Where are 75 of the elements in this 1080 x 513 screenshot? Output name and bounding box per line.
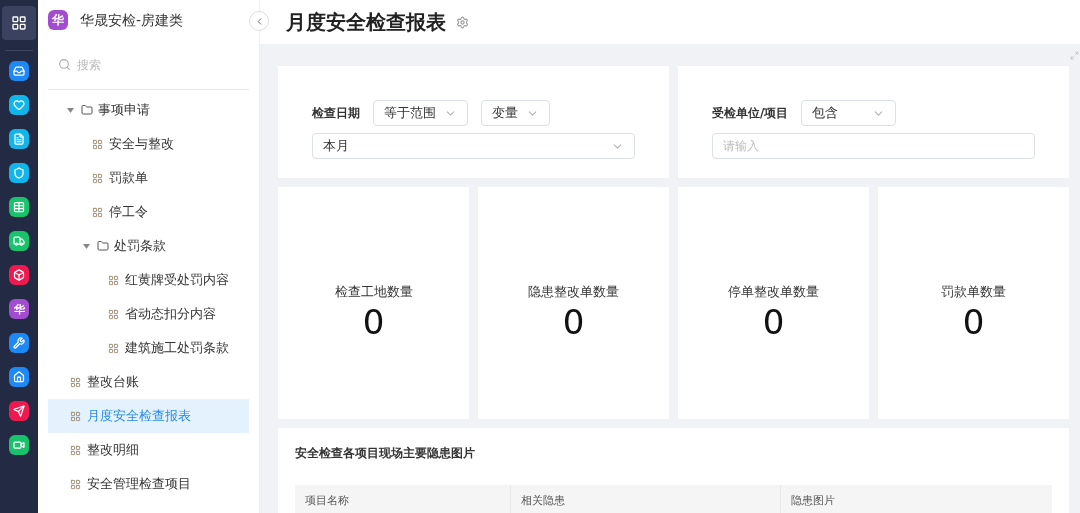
app-title: 华晟安检-房建类 — [80, 10, 184, 30]
caret-icon — [67, 107, 74, 113]
grid-icon — [70, 410, 81, 422]
app-icon-button[interactable] — [9, 163, 29, 183]
grid-icon — [11, 15, 27, 31]
apps-button[interactable] — [2, 6, 36, 40]
tree-item[interactable]: 整改台账 — [48, 365, 249, 399]
filter-label: 受检单位/项目 — [712, 105, 789, 122]
tree-item[interactable]: 罚款单 — [48, 161, 249, 195]
app-icon-button[interactable] — [9, 95, 29, 115]
app-icon-button[interactable] — [9, 129, 29, 149]
column-header: 隐患图片 — [780, 485, 1052, 513]
app-logo: 华 — [48, 10, 68, 30]
tree-folder[interactable]: 处罚条款 — [48, 229, 249, 263]
truck-icon — [13, 235, 25, 247]
app-icon-button[interactable] — [9, 231, 29, 251]
grid-icon — [108, 342, 119, 354]
tree-item[interactable]: 停工令 — [48, 195, 249, 229]
app-icon-button[interactable] — [9, 367, 29, 387]
app-icon-button[interactable] — [9, 401, 29, 421]
settings-icon — [456, 15, 469, 29]
column-header: 项目名称 — [304, 492, 350, 509]
select-dropdown[interactable]: 变量 — [481, 100, 550, 126]
inbox-icon — [13, 65, 25, 77]
tree-item[interactable]: 安全与整改 — [48, 127, 249, 161]
grid-icon — [92, 172, 103, 184]
tree-item[interactable]: 红黄牌受处罚内容 — [48, 263, 249, 297]
tree-item[interactable]: 省动态扣分内容 — [48, 297, 249, 331]
search-field[interactable]: 搜索 — [77, 55, 227, 74]
page-title: 月度安全检查报表 — [286, 9, 446, 36]
filter-label: 检查日期 — [312, 105, 360, 122]
search-icon — [58, 58, 71, 71]
grid-icon — [70, 444, 81, 456]
video-icon — [13, 439, 25, 451]
wrench-icon — [13, 337, 25, 349]
shield-icon — [13, 167, 25, 179]
grid-icon — [92, 138, 103, 150]
column-header: 相关隐患 — [510, 485, 780, 513]
stat-label: 罚款单数量 — [941, 283, 1006, 302]
app-icon-button[interactable] — [9, 333, 29, 353]
stat-value: 0 — [362, 301, 385, 342]
stat-label: 隐患整改单数量 — [528, 283, 619, 302]
grid-icon — [70, 376, 81, 388]
grid-icon — [92, 206, 103, 218]
stat-label: 检查工地数量 — [334, 283, 413, 302]
table-icon — [13, 201, 25, 213]
stat-value: 0 — [962, 301, 985, 342]
grid-icon — [108, 308, 119, 320]
folder-icon — [81, 104, 93, 116]
caret-icon — [83, 243, 90, 249]
tree-item[interactable]: 整改明细 — [48, 433, 249, 467]
app-icon-button[interactable] — [9, 435, 29, 455]
stat-label: 停单整改单数量 — [728, 283, 819, 302]
select-dropdown[interactable]: 包含 — [801, 100, 897, 126]
table-title: 安全检查各项目现场主要隐患图片 — [295, 445, 476, 462]
home-icon — [13, 371, 25, 383]
select-dropdown[interactable]: 本月 — [312, 133, 635, 159]
select-dropdown[interactable]: 等于范围 — [373, 100, 468, 126]
input-field[interactable]: 请输入 — [712, 133, 1035, 159]
grid-icon — [70, 478, 81, 490]
app-icon-button[interactable]: 华 — [9, 299, 29, 319]
tree-folder[interactable]: 事项申请 — [48, 93, 249, 127]
heart-icon — [13, 99, 25, 111]
folder-icon — [97, 240, 109, 252]
cube-icon — [13, 269, 25, 281]
tree-item[interactable]: 安全管理检查项目 — [48, 467, 249, 501]
grid-icon — [108, 274, 119, 286]
app-icon-button[interactable] — [9, 61, 29, 81]
document-icon — [13, 133, 25, 145]
app-icon-button[interactable] — [9, 265, 29, 285]
stat-value: 0 — [762, 301, 785, 342]
paper-plane-icon — [13, 405, 25, 417]
app-icon-button[interactable] — [9, 197, 29, 217]
stat-value: 0 — [562, 301, 585, 342]
tree-item[interactable]: 建筑施工处罚条款 — [48, 331, 249, 365]
